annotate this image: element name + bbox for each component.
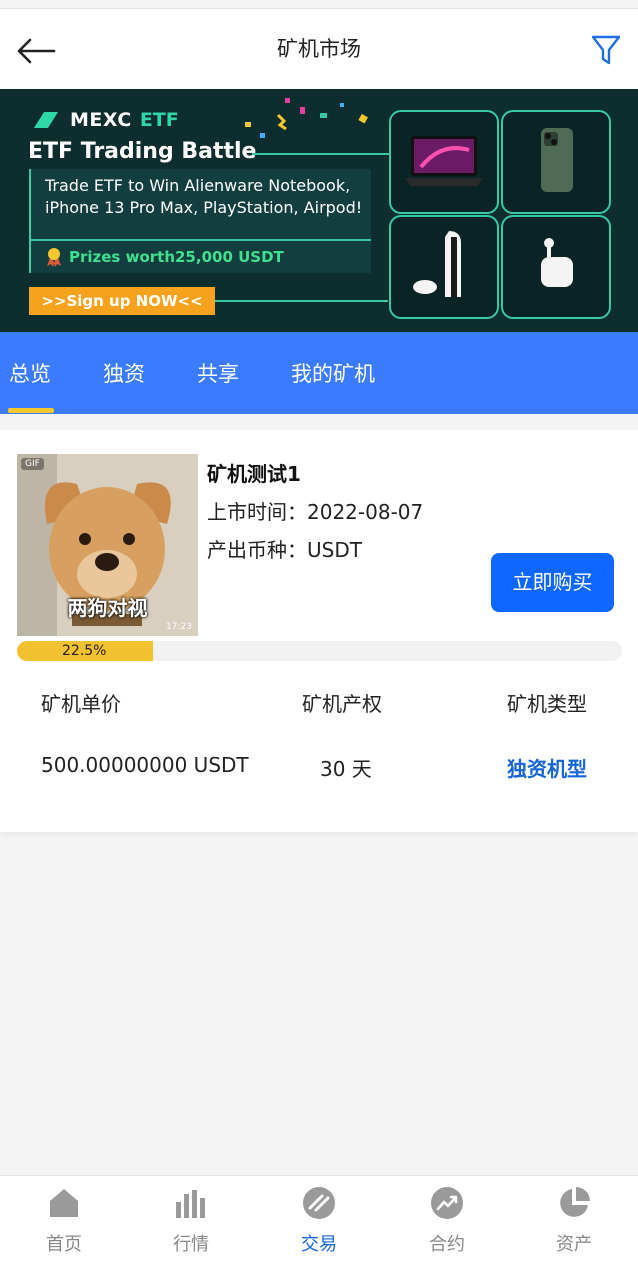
nav-home[interactable]: 首页 [14, 1186, 114, 1256]
miner-name: 矿机测试1 [207, 462, 301, 486]
banner-description: Trade ETF to Win Alienware Notebook, iPh… [45, 176, 363, 217]
earbuds-icon [541, 238, 573, 287]
filter-icon[interactable] [590, 33, 622, 67]
type-header: 矿机类型 [507, 692, 587, 716]
term-header: 矿机产权 [302, 692, 382, 716]
miner-card[interactable]: GIF 两狗对视 17:23 矿机测试1 上市时间：2022-08-07 产出币… [0, 430, 638, 832]
brand-name: MEXC [70, 109, 132, 131]
listed-date-value: 2022-08-07 [307, 500, 424, 524]
coin-row: 产出币种：USDT [207, 534, 362, 563]
miner-image: GIF 两狗对视 17:23 [17, 454, 198, 636]
page-title: 矿机市场 [277, 37, 361, 61]
progress-label: 22.5% [62, 643, 107, 659]
phone-prize-tile [501, 110, 611, 214]
term-value: 30 天 [320, 757, 372, 781]
nav-assets[interactable]: 资产 [524, 1186, 624, 1256]
tab-overview[interactable]: 总览 [9, 358, 51, 388]
tab-sole[interactable]: 独资 [103, 358, 145, 388]
listed-date-label: 上市时间： [207, 500, 307, 524]
nav-assets-label: 资产 [556, 1234, 592, 1255]
listed-date-row: 上市时间：2022-08-07 [207, 496, 423, 525]
banner-headline: ETF Trading Battle [28, 139, 257, 164]
active-tab-indicator [8, 408, 54, 413]
tab-my-miners[interactable]: 我的矿机 [291, 358, 375, 388]
buy-now-button[interactable]: 立即购买 [491, 553, 614, 612]
laptop-prize-tile [389, 110, 499, 214]
nav-trade-label: 交易 [301, 1234, 337, 1255]
prize-text: Prizes worth25,000 USDT [45, 247, 284, 267]
banner-divider [252, 153, 392, 155]
home-icon [50, 1189, 78, 1217]
mexc-logo: MEXC ETF [30, 109, 179, 131]
promo-banner[interactable]: MEXC ETF ETF Trading Battle Trade ETF to… [0, 89, 638, 332]
coin-value: USDT [307, 538, 362, 562]
banner-divider [31, 239, 371, 241]
price-header: 矿机单价 [41, 692, 121, 716]
nav-market-label: 行情 [173, 1234, 209, 1255]
game-console-icon [413, 231, 461, 297]
banner-divider [215, 300, 388, 302]
brand-suffix: ETF [139, 109, 179, 131]
coin-label: 产出币种： [207, 538, 307, 562]
image-timestamp: 17:23 [166, 622, 192, 632]
bottom-nav: 首页 行情 交易 合约 资产 [0, 1175, 638, 1281]
contract-trend-icon [431, 1187, 463, 1219]
price-value: 500.00000000 USDT [41, 753, 249, 777]
tab-bar: 总览 独资 共享 我的矿机 [0, 332, 638, 414]
nav-home-label: 首页 [46, 1234, 82, 1255]
console-prize-tile [389, 215, 499, 319]
trade-icon [303, 1187, 335, 1219]
airpods-prize-tile [501, 215, 611, 319]
market-bars-icon [176, 1190, 205, 1218]
banner-info-box: Trade ETF to Win Alienware Notebook, iPh… [29, 169, 371, 273]
assets-pie-icon [560, 1187, 590, 1217]
confetti-decoration [245, 98, 368, 138]
app-header: 矿机市场 [0, 9, 638, 89]
medal-icon [47, 248, 61, 267]
nav-contract-label: 合约 [429, 1234, 465, 1255]
image-caption: 两狗对视 [67, 596, 148, 620]
nav-market[interactable]: 行情 [141, 1186, 241, 1256]
tab-shared[interactable]: 共享 [197, 358, 239, 388]
sales-progress-bar: 22.5% [17, 641, 622, 661]
signup-button[interactable]: >>Sign up NOW<< [29, 287, 215, 315]
gif-badge: GIF [21, 458, 44, 470]
nav-trade[interactable]: 交易 [269, 1186, 369, 1256]
nav-contract[interactable]: 合约 [397, 1186, 497, 1256]
type-value[interactable]: 独资机型 [507, 753, 587, 782]
status-divider [0, 0, 638, 9]
phone-icon [541, 128, 573, 192]
laptop-icon [405, 136, 483, 186]
prize-label: Prizes worth25,000 USDT [69, 248, 284, 266]
